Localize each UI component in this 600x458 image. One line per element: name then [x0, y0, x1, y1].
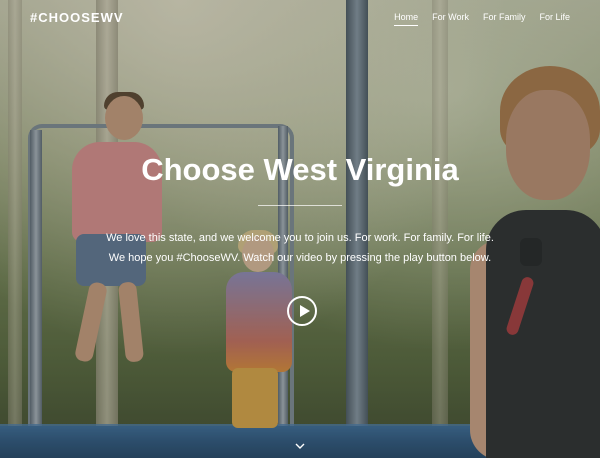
chevron-down-icon[interactable] — [294, 440, 306, 452]
nav-for-family[interactable]: For Family — [483, 12, 526, 26]
nav-for-life[interactable]: For Life — [539, 12, 570, 26]
nav-for-work[interactable]: For Work — [432, 12, 469, 26]
hero-title: Choose West Virginia — [141, 152, 459, 187]
title-divider — [258, 205, 342, 206]
play-circle-icon[interactable] — [287, 296, 317, 326]
hero-line-1: We love this state, and we welcome you t… — [106, 232, 494, 244]
hero-lead: We love this state, and we welcome you t… — [0, 228, 600, 268]
site-logo[interactable]: #CHOOSEWV — [30, 10, 124, 25]
nav-home[interactable]: Home — [394, 12, 419, 26]
hero-line-2: We hope you #ChooseWV. Watch our video b… — [108, 252, 492, 264]
main-nav: Home For Work For Family For Life — [394, 12, 570, 26]
